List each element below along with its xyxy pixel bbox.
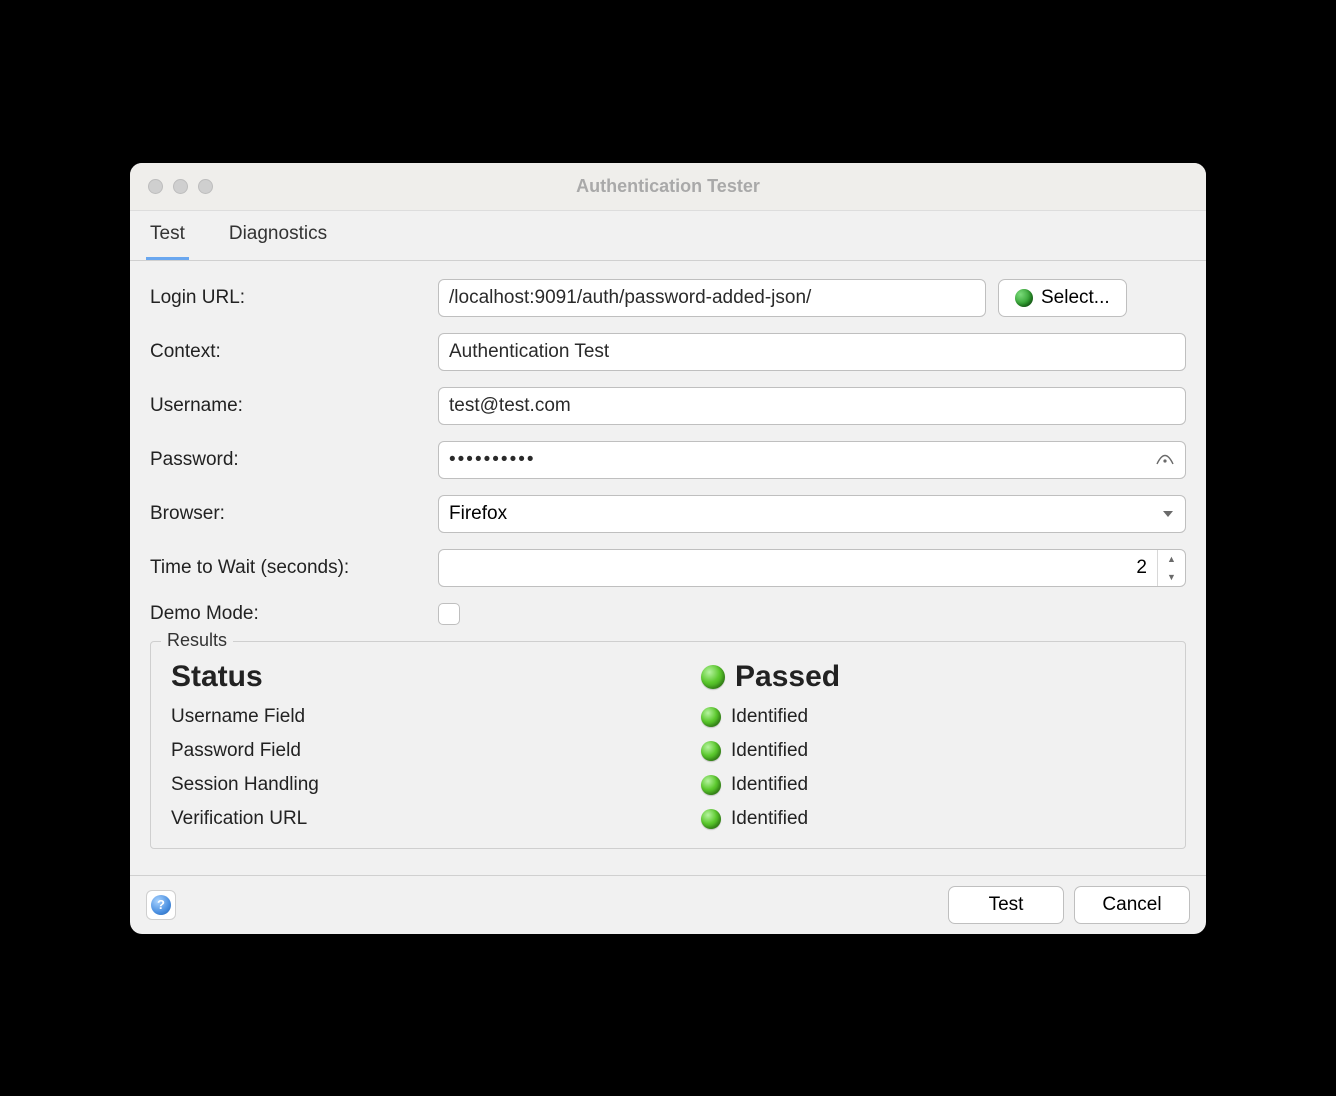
demo-mode-checkbox[interactable]: [438, 603, 460, 625]
status-pass-icon: [701, 775, 721, 795]
reveal-password-icon[interactable]: [1156, 450, 1174, 470]
select-url-button[interactable]: Select...: [998, 279, 1127, 317]
dialog-footer: ? Test Cancel: [130, 875, 1206, 934]
spinner-up-icon[interactable]: ▲: [1158, 550, 1185, 568]
result-row-username-field: Username Field Identified: [171, 706, 1165, 728]
dialog-window: Authentication Tester Test Diagnostics L…: [130, 163, 1206, 934]
result-label: Password Field: [171, 740, 701, 762]
label-context: Context:: [150, 341, 438, 363]
form-area: Login URL: Select... Context: Username: …: [130, 261, 1206, 875]
result-value: Identified: [731, 808, 808, 830]
result-label: Verification URL: [171, 808, 701, 830]
spinner-controls: ▲ ▼: [1157, 550, 1185, 586]
help-icon: ?: [151, 895, 171, 915]
cancel-button[interactable]: Cancel: [1074, 886, 1190, 924]
tab-diagnostics[interactable]: Diagnostics: [225, 211, 331, 260]
row-context: Context:: [150, 333, 1186, 371]
status-pass-icon: [701, 809, 721, 829]
result-value: Identified: [731, 740, 808, 762]
label-password: Password:: [150, 449, 438, 471]
help-button[interactable]: ?: [146, 890, 176, 920]
result-label: Username Field: [171, 706, 701, 728]
password-input[interactable]: [438, 441, 1186, 479]
tabs-bar: Test Diagnostics: [130, 211, 1206, 261]
result-value: Identified: [731, 706, 808, 728]
results-panel: Results Status Passed Username Field Ide…: [150, 641, 1186, 849]
minimize-window-icon[interactable]: [173, 179, 188, 194]
label-demo-mode: Demo Mode:: [150, 603, 438, 625]
username-input[interactable]: [438, 387, 1186, 425]
result-value: Identified: [731, 774, 808, 796]
result-status-row: Status Passed: [171, 660, 1165, 694]
status-pass-icon: [701, 707, 721, 727]
titlebar: Authentication Tester: [130, 163, 1206, 211]
row-browser: Browser: Firefox: [150, 495, 1186, 533]
row-demo-mode: Demo Mode:: [150, 603, 1186, 625]
label-time-to-wait: Time to Wait (seconds):: [150, 557, 438, 579]
label-username: Username:: [150, 395, 438, 417]
status-pass-icon: [701, 665, 725, 689]
status-pass-icon: [701, 741, 721, 761]
result-label: Session Handling: [171, 774, 701, 796]
globe-icon: [1015, 289, 1033, 307]
result-row-password-field: Password Field Identified: [171, 740, 1165, 762]
test-button[interactable]: Test: [948, 886, 1064, 924]
browser-selected-value: Firefox: [449, 503, 507, 525]
row-time-to-wait: Time to Wait (seconds): 2 ▲ ▼: [150, 549, 1186, 587]
result-status-label: Status: [171, 660, 701, 694]
close-window-icon[interactable]: [148, 179, 163, 194]
tab-test[interactable]: Test: [146, 211, 189, 260]
label-login-url: Login URL:: [150, 287, 438, 309]
window-controls: [130, 179, 213, 194]
result-status-value: Passed: [735, 660, 840, 694]
context-input[interactable]: [438, 333, 1186, 371]
time-to-wait-value: 2: [439, 557, 1157, 579]
maximize-window-icon[interactable]: [198, 179, 213, 194]
select-button-label: Select...: [1041, 287, 1110, 309]
row-password: Password:: [150, 441, 1186, 479]
spinner-down-icon[interactable]: ▼: [1158, 568, 1185, 586]
results-legend: Results: [161, 630, 233, 651]
row-username: Username:: [150, 387, 1186, 425]
result-row-session-handling: Session Handling Identified: [171, 774, 1165, 796]
row-login-url: Login URL: Select...: [150, 279, 1186, 317]
label-browser: Browser:: [150, 503, 438, 525]
browser-dropdown[interactable]: Firefox: [438, 495, 1186, 533]
window-title: Authentication Tester: [130, 176, 1206, 197]
result-row-verification-url: Verification URL Identified: [171, 808, 1165, 830]
time-to-wait-spinner[interactable]: 2 ▲ ▼: [438, 549, 1186, 587]
login-url-input[interactable]: [438, 279, 986, 317]
